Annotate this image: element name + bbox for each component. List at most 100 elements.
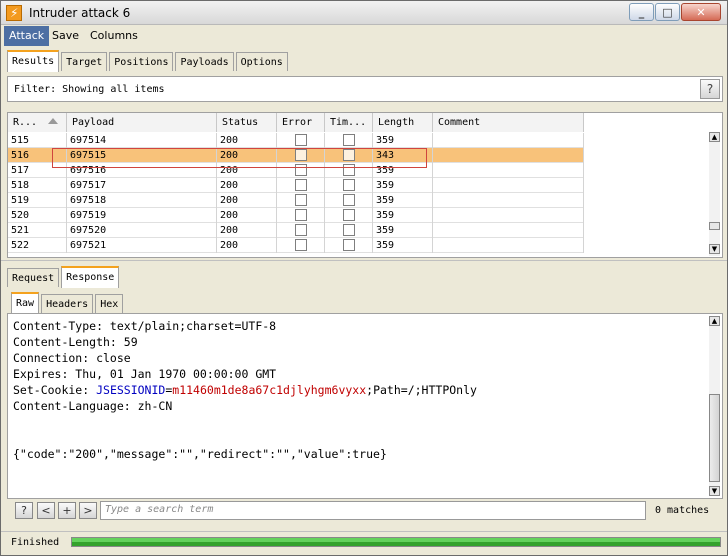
table-row[interactable]: 515 697514 200 359 [8,133,584,148]
table-row[interactable]: 518 697517 200 359 [8,178,584,193]
editor-scroll-up-icon[interactable]: ▲ [709,316,720,326]
cell-error [277,193,325,208]
scroll-down-icon[interactable]: ▼ [709,244,720,254]
timeout-checkbox[interactable] [343,194,355,206]
search-previous-button[interactable]: < [37,502,55,519]
table-row[interactable]: 519 697518 200 359 [8,193,584,208]
tab-payloads[interactable]: Payloads [175,52,234,71]
tab-options[interactable]: Options [235,52,288,71]
detail-tabs: Request Response [7,266,121,288]
column-header-request[interactable]: R... [8,113,67,132]
tab-hex[interactable]: Hex [95,294,124,313]
column-header-error[interactable]: Error [277,113,325,132]
error-checkbox[interactable] [295,209,307,221]
editor-scroll-down-icon[interactable]: ▼ [709,486,720,496]
cell-payload: 697519 [67,208,217,223]
cell-error [277,133,325,148]
table-row[interactable]: 521 697520 200 359 [8,223,584,238]
header-expires: Expires: Thu, 01 Jan 1970 00:00:00 GMT [13,367,277,381]
error-checkbox[interactable] [295,194,307,206]
cookie-prefix: Set-Cookie: [13,383,97,397]
column-header-length[interactable]: Length [373,113,433,132]
search-input[interactable]: Type a search term [100,501,646,520]
tab-raw[interactable]: Raw [11,292,40,314]
cell-error [277,223,325,238]
tab-request[interactable]: Request [7,268,60,287]
cell-timeout [325,133,373,148]
intruder-window: ⚡ Intruder attack 6 _ □ ✕ Attack Save Co… [0,0,728,556]
cell-payload: 697517 [67,178,217,193]
tab-headers[interactable]: Headers [41,294,94,313]
cell-request: 518 [8,178,67,193]
cookie-suffix: ;Path=/;HTTPOnly [366,383,477,397]
cell-request: 520 [8,208,67,223]
cell-timeout [325,193,373,208]
split-divider[interactable] [1,260,727,264]
table-header: R... Payload Status Error Tim... Length … [8,113,584,132]
timeout-checkbox[interactable] [343,209,355,221]
close-icon[interactable]: ✕ [681,3,721,21]
cell-status: 200 [217,133,277,148]
tab-positions[interactable]: Positions [109,52,174,71]
cookie-value: m11460m1de8a67c1djlyhgm6vyxx [172,383,367,397]
header-set-cookie: Set-Cookie: JSESSIONID=m11460m1de8a67c1d… [13,383,477,397]
minimize-icon[interactable]: _ [629,3,654,21]
title-bar[interactable]: ⚡ Intruder attack 6 _ □ ✕ [1,1,727,25]
timeout-checkbox[interactable] [343,224,355,236]
burp-app-icon: ⚡ [6,5,22,21]
table-row[interactable]: 520 697519 200 359 [8,208,584,223]
column-header-timeout[interactable]: Tim... [325,113,373,132]
cell-request: 519 [8,193,67,208]
cell-request: 521 [8,223,67,238]
scroll-up-icon[interactable]: ▲ [709,132,720,142]
header-connection: Connection: close [13,351,131,365]
cell-comment [433,148,584,163]
timeout-checkbox[interactable] [343,239,355,251]
timeout-checkbox[interactable] [343,134,355,146]
filter-bar[interactable]: Filter: Showing all items ? [7,76,723,102]
timeout-checkbox[interactable] [343,179,355,191]
tab-results[interactable]: Results [7,50,60,72]
cell-comment [433,193,584,208]
cell-payload: 697520 [67,223,217,238]
editor-scrollbar[interactable]: ▲ ▼ [709,316,720,496]
tab-target[interactable]: Target [61,52,108,71]
help-button[interactable]: ? [700,79,720,99]
editor-scroll-thumb[interactable] [709,394,720,482]
table-scrollbar[interactable]: ▲ ▼ [709,132,720,256]
cell-length: 359 [373,193,433,208]
table-row[interactable]: 522 697521 200 359 [8,238,584,253]
cell-status: 200 [217,238,277,253]
menu-attack[interactable]: Attack [4,26,50,46]
error-checkbox[interactable] [295,224,307,236]
column-header-status[interactable]: Status [217,113,277,132]
error-checkbox[interactable] [295,134,307,146]
cell-status: 200 [217,193,277,208]
menu-save[interactable]: Save [47,26,84,46]
status-text: Finished [11,537,60,548]
cookie-name: JSESSIONID [96,383,166,397]
maximize-icon[interactable]: □ [655,3,680,21]
results-table: R... Payload Status Error Tim... Length … [7,112,723,258]
search-help-button[interactable]: ? [15,502,33,519]
tab-response[interactable]: Response [61,266,120,288]
column-header-comment[interactable]: Comment [433,113,584,132]
cell-comment [433,133,584,148]
cell-status: 200 [217,208,277,223]
menu-columns[interactable]: Columns [85,26,143,46]
filter-text: Filter: Showing all items [14,84,165,95]
scroll-thumb[interactable] [709,222,720,230]
cell-timeout [325,178,373,193]
error-checkbox[interactable] [295,239,307,251]
cell-request: 515 [8,133,67,148]
search-next-button[interactable]: > [79,502,97,519]
search-add-button[interactable]: + [58,502,76,519]
column-header-payload[interactable]: Payload [67,113,217,132]
match-count: 0 matches [655,505,710,516]
error-checkbox[interactable] [295,179,307,191]
menu-bar: Attack Save Columns [1,26,727,46]
response-viewer[interactable]: Content-Type: text/plain;charset=UTF-8 C… [7,313,723,499]
header-content-language: Content-Language: zh-CN [13,399,173,413]
cell-payload: 697521 [67,238,217,253]
progress-fill [72,538,720,546]
